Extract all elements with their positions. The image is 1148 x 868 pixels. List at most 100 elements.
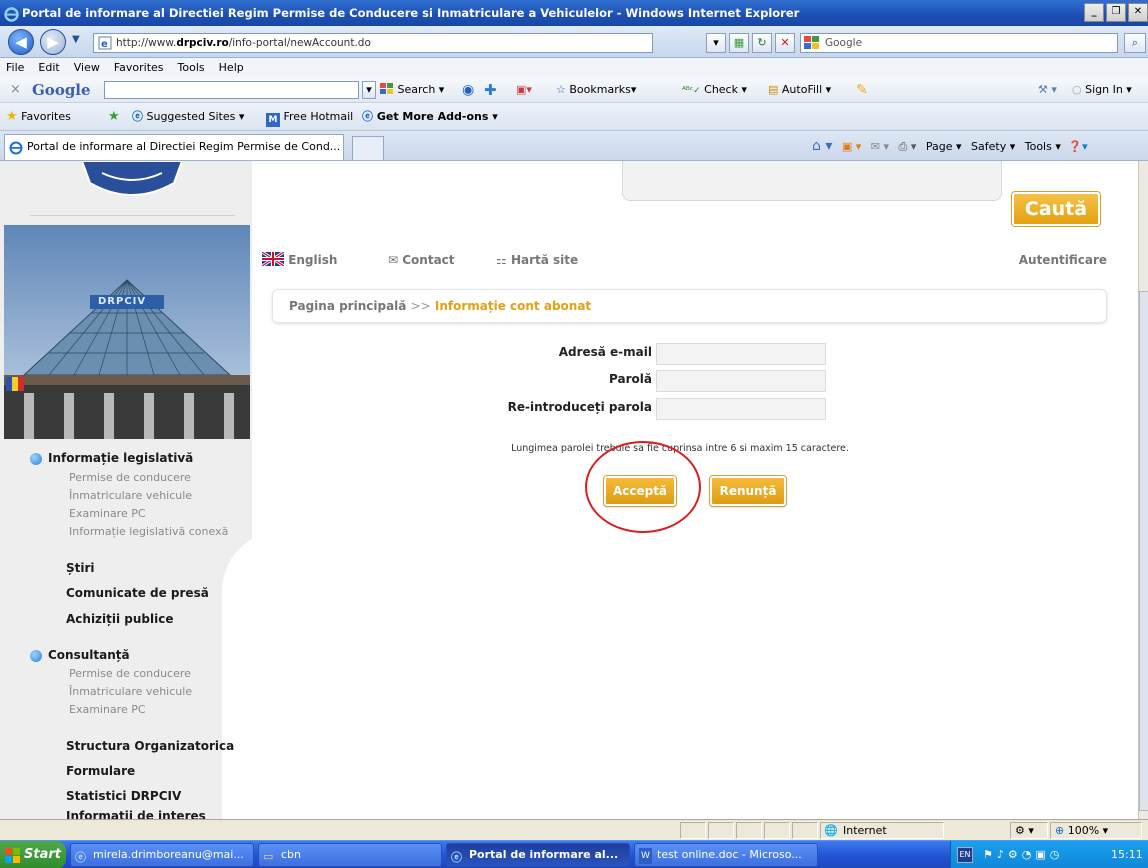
taskbar-item-portal[interactable]: ⓔ Portal de informare al... (446, 843, 630, 867)
tools-menu[interactable]: Tools ▾ (1025, 140, 1061, 153)
safety-menu[interactable]: Safety ▾ (971, 140, 1015, 153)
google-search-button[interactable]: Search ▾ (380, 77, 444, 103)
status-cell (792, 822, 818, 839)
ie-icon (4, 5, 19, 26)
get-addons-button[interactable]: ⓔ Get More Add-ons ▾ (362, 103, 498, 131)
taskbar-item-mail[interactable]: ⓔ mirela.drimboreanu@mai... (70, 843, 254, 867)
sidebar-link-info[interactable]: Informații de interes (66, 809, 206, 819)
tab-portal[interactable]: Portal de informare al Directiei Regim P… (4, 134, 344, 160)
google-input-dropdown[interactable]: ▾ (362, 81, 376, 99)
popup-blocker-icon[interactable]: ▣▾ (516, 77, 532, 103)
new-tab-button[interactable] (352, 136, 384, 160)
sign-in-button[interactable]: ○ Sign In ▾ (1072, 77, 1132, 103)
security-zone[interactable]: 🌐 Internet (820, 822, 944, 839)
sidebar-sub-registration[interactable]: Înmatriculare vehicule (69, 489, 192, 502)
sidebar-link-news[interactable]: Știri (66, 561, 95, 575)
history-dropdown-icon[interactable]: ▼ (72, 34, 80, 45)
mail-icon[interactable]: ✉ ▾ (871, 140, 889, 153)
tray-icons[interactable]: ⚑♪⚙◔▣◷ (983, 841, 1063, 868)
search-input[interactable]: Google (800, 33, 1118, 53)
contact-link[interactable]: ✉ Contact (388, 250, 455, 270)
settings-wrench-icon[interactable]: ⚒ ▾ (1038, 77, 1057, 103)
favorites-button[interactable]: ★ Favorites (6, 103, 71, 131)
password-field[interactable] (656, 370, 826, 392)
sidebar-link-structure[interactable]: Structura Organizatorica (66, 739, 234, 753)
vertical-scrollbar[interactable] (1138, 161, 1148, 819)
clock[interactable]: 15:11 (1111, 841, 1143, 868)
stop-icon[interactable]: ✕ (775, 33, 795, 53)
menu-edit[interactable]: Edit (38, 58, 59, 77)
breadcrumb-home[interactable]: Pagina principală (289, 299, 406, 313)
sidebar-section-legislative[interactable]: Informație legislativă (30, 451, 193, 465)
refresh-icon[interactable]: ↻ (752, 33, 772, 53)
close-button[interactable]: ✕ (1128, 3, 1148, 22)
email-field[interactable] (656, 343, 826, 365)
english-link[interactable]: English (261, 250, 337, 270)
window-controls: _ ❐ ✕ (1084, 3, 1148, 22)
google-search-icon (804, 36, 820, 56)
blue-bullet-icon (30, 650, 42, 662)
breadcrumb-current: Informație cont abonat (434, 299, 592, 313)
address-bar-row: ◀ ▶ ▼ e http://www.drpciv.ro/info-portal… (0, 26, 1148, 58)
suggested-sites-button[interactable]: ⓔ Suggested Sites ▾ (132, 103, 244, 131)
minimize-button[interactable]: _ (1084, 3, 1104, 22)
taskbar-item-folder[interactable]: ▭ cbn (258, 843, 442, 867)
menu-favorites[interactable]: Favorites (114, 58, 164, 77)
share-icon[interactable]: ◉ (462, 77, 474, 103)
breadcrumb-separator: >> (410, 299, 431, 313)
cancel-button[interactable]: Renunță (709, 475, 787, 507)
sidebar-link-procurement[interactable]: Achiziții publice (66, 612, 174, 626)
url-prefix: http://www. (116, 37, 177, 49)
compatibility-icon[interactable]: ▦ (729, 33, 749, 53)
start-button[interactable]: Start (0, 841, 66, 868)
help-icon[interactable]: ❓▾ (1068, 140, 1087, 153)
menu-bar: File Edit View Favorites Tools Help (0, 58, 1148, 77)
sidebar-sub-exam-2[interactable]: Examinare PC (69, 703, 146, 716)
search-button[interactable]: Caută (1011, 191, 1101, 227)
sign-in-circle-icon: ○ (1072, 83, 1082, 96)
toolbar-close-icon[interactable]: × (10, 77, 21, 103)
back-button[interactable]: ◀ (8, 29, 34, 55)
google-toolbar-input[interactable] (104, 81, 359, 99)
status-bar: 🌐 Internet ⚙ ▾ ⊕ 100% ▾ (0, 819, 1148, 840)
login-link[interactable]: Autentificare (1019, 250, 1107, 270)
scrollbar-thumb[interactable] (1139, 291, 1148, 811)
repassword-field[interactable] (656, 398, 826, 420)
site-search-input[interactable] (622, 161, 1002, 201)
spellcheck-icon: ᴬᴮᶜ✓ (682, 86, 701, 96)
forward-button[interactable]: ▶ (40, 29, 66, 55)
address-dropdown-button[interactable]: ▾ (706, 33, 726, 53)
sidebar-sub-permits-2[interactable]: Permise de conducere (69, 667, 191, 680)
highlighter-icon[interactable]: ✎ (856, 77, 868, 103)
protected-mode-icon[interactable]: ⚙ ▾ (1010, 822, 1048, 839)
sidebar-sub-permits[interactable]: Permise de conducere (69, 471, 191, 484)
taskbar-item-word[interactable]: W test online.doc - Microso... (634, 843, 818, 867)
language-indicator[interactable]: EN (957, 847, 973, 863)
menu-help[interactable]: Help (219, 58, 244, 77)
search-go-icon[interactable]: ⌕ (1124, 33, 1146, 53)
sitemap-link[interactable]: ⚏ Hartă site (496, 250, 578, 270)
sidebar-sub-related[interactable]: Informație legislativă conexă (69, 525, 228, 538)
sidebar-link-statistics[interactable]: Statistici DRPCIV (66, 789, 181, 803)
plus-icon[interactable]: ✚ (484, 77, 497, 103)
free-hotmail-link[interactable]: M Free Hotmail (266, 103, 353, 131)
sidebar-link-forms[interactable]: Formulare (66, 764, 135, 778)
home-icon[interactable]: ⌂ ▾ (812, 138, 832, 154)
sidebar-section-consulting[interactable]: Consultanță (30, 648, 130, 662)
sidebar-sub-exam[interactable]: Examinare PC (69, 507, 146, 520)
menu-tools[interactable]: Tools (178, 58, 205, 77)
zoom-control[interactable]: ⊕ 100% ▾ (1050, 822, 1142, 839)
autofill-button[interactable]: ▤ AutoFill ▾ (768, 77, 831, 103)
maximize-button[interactable]: ❐ (1106, 3, 1126, 22)
sidebar-sub-registration-2[interactable]: Înmatriculare vehicule (69, 685, 192, 698)
spellcheck-button[interactable]: ᴬᴮᶜ✓ Check ▾ (682, 77, 747, 104)
bookmarks-button[interactable]: ☆ Bookmarks▾ (556, 77, 636, 103)
feeds-icon[interactable]: ▣ ▾ (842, 140, 861, 153)
sidebar-link-press[interactable]: Comunicate de presă (66, 586, 209, 600)
menu-view[interactable]: View (74, 58, 100, 77)
menu-file[interactable]: File (6, 58, 24, 77)
address-input[interactable]: e http://www.drpciv.ro/info-portal/newAc… (93, 33, 653, 53)
print-icon[interactable]: ⎙ ▾ (899, 140, 917, 153)
page-menu[interactable]: Page ▾ (926, 140, 962, 153)
add-favorites-icon[interactable]: ★ (108, 103, 120, 131)
